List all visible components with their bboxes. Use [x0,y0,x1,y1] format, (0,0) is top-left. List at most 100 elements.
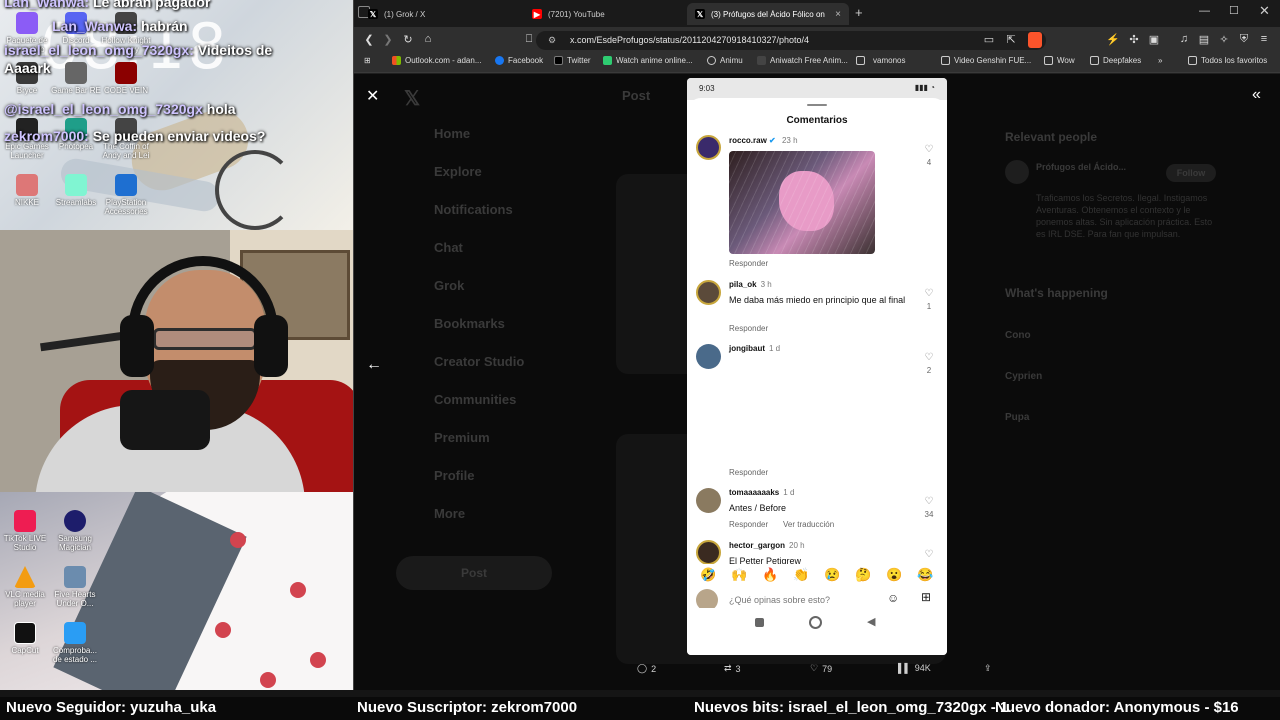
tab-grok[interactable]: 𝕏 (1) Grok / X [360,3,520,25]
maximize-icon[interactable]: ☐ [1229,4,1239,17]
minimize-icon[interactable]: — [1199,5,1210,17]
menu-icon[interactable]: ≡ [1257,33,1271,45]
emoji-button[interactable]: 🤔 [854,567,874,583]
avatar[interactable] [696,540,721,565]
bookmark-twitter[interactable]: Twitter [554,56,591,65]
comment-image[interactable] [729,151,875,254]
x-icon: 𝕏 [368,9,378,19]
address-bar[interactable]: ⚙ x.com/EsdeProfugos/status/201120427091… [536,31,1046,50]
reply-link[interactable]: Responder [729,520,768,529]
views-action[interactable]: ▌▌ 94K [898,663,931,673]
comment-author[interactable]: hector_gargon 20 h [729,541,805,550]
avatar[interactable] [696,488,721,513]
previous-photo-icon[interactable]: ← [366,356,382,374]
desktop-icon-streamlabs[interactable]: Streamlabs [51,174,101,207]
share-icon[interactable]: ⇱ [1004,33,1018,46]
like-count: 4 [926,158,932,167]
reply-action[interactable]: ◯ 2 [637,663,656,674]
emoji-button[interactable]: 👏 [792,567,812,583]
share-post-action[interactable]: ⇪ [984,663,992,674]
reply-link[interactable]: Responder [729,324,768,333]
see-translation-link[interactable]: Ver traducción [783,520,834,529]
bookmark-deepfakes[interactable]: Deepfakes [1090,56,1141,65]
bookmark-video-genshin[interactable]: Video Genshin FUE... [941,56,1031,65]
heart-icon[interactable]: ♡ [922,549,936,560]
heart-icon[interactable]: ♡ [922,288,936,299]
reply-link[interactable]: Responder [729,259,768,268]
more-bookmarks-icon[interactable]: » [1158,56,1162,65]
sticker-icon[interactable]: ☺ [887,591,899,605]
desktop-icon-five-hearts[interactable]: Five Hearts Under O... [50,566,100,608]
desktop-icon-playstation[interactable]: PlayStation Accessories [101,174,151,216]
emoji-button[interactable]: 🤣 [699,567,719,583]
comment-author[interactable]: rocco.raw ✔ 23 h [729,136,798,145]
desktop-icon-tiktok-live[interactable]: TikTok LIVE Studio [0,510,50,552]
desktop-icon-comprobacion[interactable]: Comproba... de estado ... [50,622,100,664]
heart-icon[interactable]: ♡ [922,496,936,507]
new-tab-icon[interactable]: + [855,5,863,20]
desktop-icon-code-vein[interactable]: CODE VEIN [101,62,151,95]
collapse-sidebar-icon[interactable]: « [1252,86,1261,104]
desktop-icon-samsung-magician[interactable]: Samsung Magician [50,510,100,552]
bookmark-aniwatch[interactable]: Aniwatch Free Anim... [757,56,848,65]
folder-icon [1044,56,1053,65]
leo-ai-icon[interactable]: ✧ [1217,33,1231,46]
reload-icon[interactable]: ↻ [401,33,415,46]
bookmark-all-favorites[interactable]: Todos los favoritos [1188,56,1267,65]
back-triangle-icon[interactable]: ◀ [867,615,875,628]
close-viewer-icon[interactable]: ✕ [366,86,379,106]
tab-profugos[interactable]: 𝕏 (3) Prófugos del Ácido Fólico on × [687,3,849,25]
site-info-icon[interactable]: ⚙ [548,31,556,50]
emoji-button[interactable]: 🔥 [761,567,781,583]
comment-author[interactable]: jongibaut 1 d [729,344,780,353]
music-icon[interactable]: ♫ [1177,33,1191,45]
home-circle-icon[interactable] [809,616,822,629]
avatar[interactable] [696,344,721,369]
back-icon[interactable]: ❮ [362,33,376,46]
emoji-button[interactable]: 😮 [885,567,905,583]
puzzle-icon[interactable]: ✣ [1127,33,1141,46]
like-action[interactable]: ♡ 79 [810,663,832,674]
bookmark-wow[interactable]: Wow [1044,56,1075,65]
comment-author[interactable]: pila_ok 3 h [729,280,772,289]
recent-apps-icon[interactable] [755,618,764,627]
bookmark-icon[interactable]: ⎕ [522,33,536,46]
desktop-icon-game-bar[interactable]: Game Bar RE [51,62,101,95]
close-tab-icon[interactable]: × [835,9,841,20]
bookmark-facebook[interactable]: Facebook [495,56,543,65]
gift-icon[interactable]: ⊞ [921,590,931,604]
repost-action[interactable]: ⇄ 3 [724,663,741,674]
close-window-icon[interactable]: ✕ [1259,3,1270,19]
emoji-button[interactable]: 😢 [823,567,843,583]
emoji-button[interactable]: 🙌 [730,567,750,583]
install-app-icon[interactable]: ▭ [982,33,996,46]
avatar [1005,160,1029,184]
avatar[interactable] [696,135,721,160]
samsung-magician-icon [64,510,86,532]
forward-icon[interactable]: ❯ [381,33,395,46]
home-icon[interactable]: ⌂ [421,33,435,45]
desktop-icon-nikke[interactable]: NIKKE [2,174,52,207]
vpn-icon[interactable]: ⛨ [1237,33,1251,46]
avatar[interactable] [696,280,721,305]
comment-input[interactable]: ¿Qué opinas sobre esto? [729,591,899,609]
desktop-icon-capcut[interactable]: CapCut [0,622,50,655]
bookmark-animu[interactable]: Animu [707,56,743,65]
heart-icon[interactable]: ♡ [922,352,936,363]
reply-link[interactable]: Responder [729,468,768,477]
apps-icon[interactable]: ⊞ [364,56,371,65]
brave-shield-icon[interactable] [1028,32,1042,48]
bookmark-watch-anime[interactable]: Watch anime online... [603,56,693,65]
comment-author[interactable]: tomaaaaaaks 1 d [729,488,794,497]
bookmark-vamonos[interactable]: vamonos [856,56,905,65]
heart-icon[interactable]: ♡ [922,144,936,155]
ticker-subscriber: Nuevo Suscriptor: zekrom7000 [357,699,578,716]
emoji-button[interactable]: 😂 [916,567,936,583]
wallet-icon[interactable]: ▤ [1197,33,1211,46]
tab-youtube[interactable]: ▶ (7201) YouTube [524,3,684,25]
sheet-grab-handle[interactable] [807,104,827,106]
desktop-icon-vlc[interactable]: VLC media player [0,566,50,608]
bookmark-outlook[interactable]: Outlook.com - adan... [392,56,481,65]
extension-icon[interactable]: ⚡ [1106,33,1120,46]
sidebar-icon[interactable]: ▣ [1147,33,1161,46]
